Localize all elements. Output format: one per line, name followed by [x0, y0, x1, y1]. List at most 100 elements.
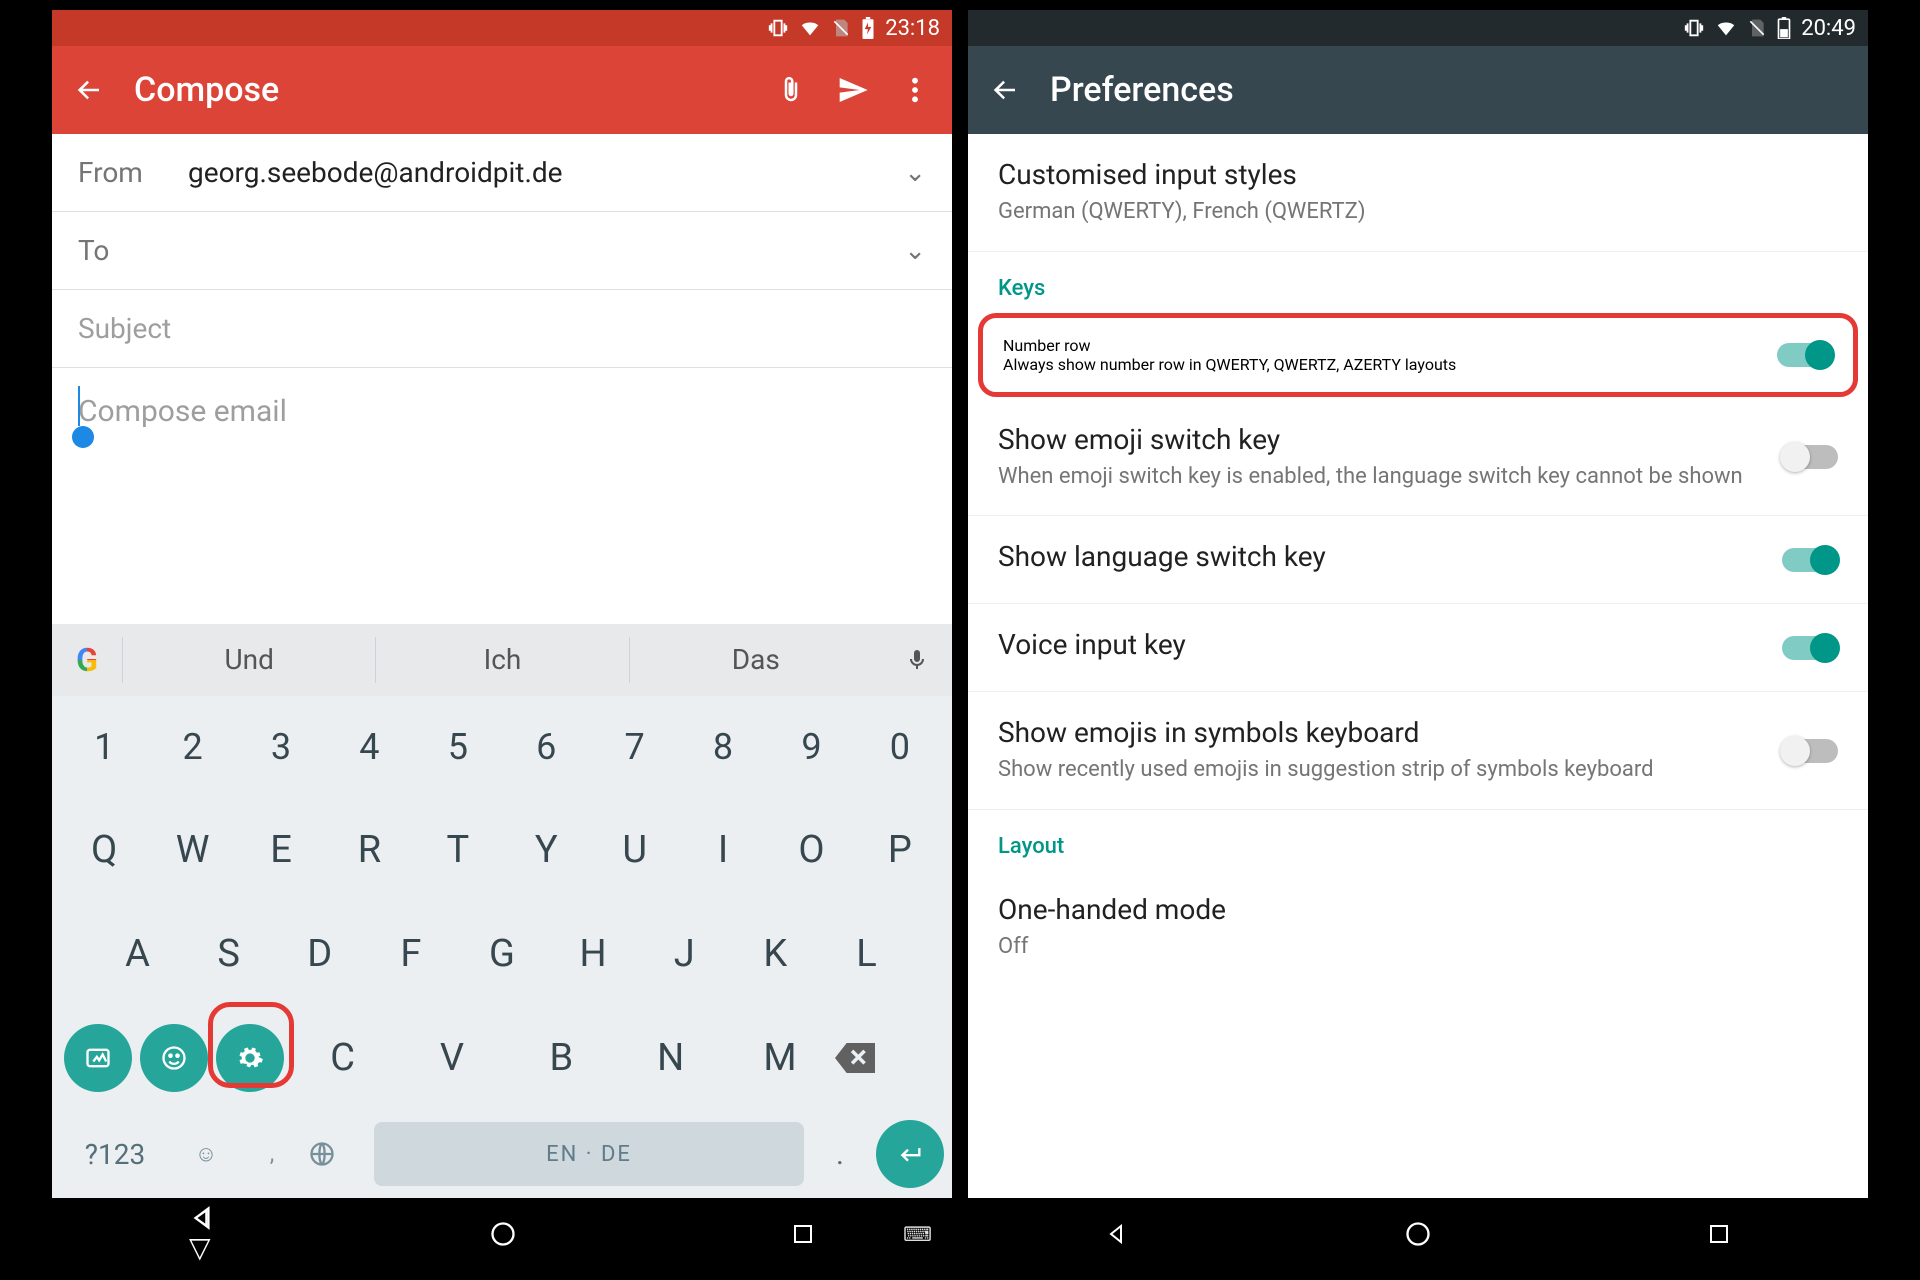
pref-one-handed-mode[interactable]: One-handed mode Off — [968, 869, 1868, 986]
overflow-icon[interactable] — [898, 73, 932, 107]
nav-back-icon[interactable]: ▽ — [189, 1205, 215, 1264]
key-i[interactable]: I — [679, 808, 767, 892]
key-d[interactable]: D — [274, 912, 365, 996]
number-row: 1 2 3 4 5 6 7 8 9 0 — [52, 696, 952, 798]
key-1[interactable]: 1 — [60, 706, 148, 788]
globe-key-icon[interactable] — [308, 1140, 368, 1168]
key-c[interactable]: C — [288, 1016, 397, 1100]
key-s[interactable]: S — [183, 912, 274, 996]
pref-language-switch-key[interactable]: Show language switch key — [968, 516, 1868, 604]
key-5[interactable]: 5 — [414, 706, 502, 788]
emoji-small-key-icon[interactable]: ☺ — [176, 1141, 236, 1167]
subject-field[interactable]: Subject — [52, 290, 952, 368]
key-p[interactable]: P — [856, 808, 944, 892]
pref-customised-input-styles[interactable]: Customised input styles German (QWERTY),… — [968, 134, 1868, 252]
nav-recent-icon[interactable] — [791, 1222, 815, 1246]
battery-icon — [1777, 17, 1791, 39]
key-j[interactable]: J — [639, 912, 730, 996]
settings-key-icon[interactable] — [216, 1024, 284, 1092]
toggle-emojis-symbols[interactable] — [1782, 739, 1838, 763]
to-field[interactable]: To ⌄ — [52, 212, 952, 290]
key-g[interactable]: G — [456, 912, 547, 996]
google-icon[interactable]: G — [52, 641, 122, 679]
key-v[interactable]: V — [397, 1016, 506, 1100]
key-o[interactable]: O — [767, 808, 855, 892]
key-w[interactable]: W — [148, 808, 236, 892]
bottom-row: ?123 ☺ , EN · DE . — [52, 1110, 952, 1198]
appbar-title: Preferences — [1050, 70, 1848, 110]
chevron-down-icon[interactable]: ⌄ — [904, 158, 926, 188]
toggle-voice-input[interactable] — [1782, 636, 1838, 660]
body-placeholder: Compose email — [78, 394, 287, 429]
status-bar: 20:49 — [968, 10, 1868, 46]
spacebar-key[interactable]: EN · DE — [374, 1122, 804, 1186]
pref-emojis-symbols-keyboard[interactable]: Show emojis in symbols keyboard Show rec… — [968, 692, 1868, 810]
key-9[interactable]: 9 — [767, 706, 855, 788]
key-f[interactable]: F — [365, 912, 456, 996]
letter-row-2: A S D F G H J K L — [52, 902, 952, 1006]
nav-home-icon[interactable] — [489, 1220, 517, 1248]
chevron-down-icon[interactable]: ⌄ — [904, 236, 926, 266]
from-label: From — [78, 156, 188, 189]
wifi-icon — [799, 17, 821, 39]
emoji-key-icon[interactable] — [140, 1024, 208, 1092]
send-icon[interactable] — [836, 73, 870, 107]
key-r[interactable]: R — [325, 808, 413, 892]
to-label: To — [78, 234, 188, 267]
key-7[interactable]: 7 — [590, 706, 678, 788]
letter-row-1: Q W E R T Y U I O P — [52, 798, 952, 902]
key-4[interactable]: 4 — [325, 706, 413, 788]
key-y[interactable]: Y — [502, 808, 590, 892]
key-6[interactable]: 6 — [502, 706, 590, 788]
nav-recent-icon[interactable] — [1707, 1222, 1731, 1246]
back-icon[interactable] — [988, 73, 1022, 107]
cursor-handle-icon[interactable] — [72, 426, 94, 448]
vibrate-icon — [767, 17, 789, 39]
key-l[interactable]: L — [821, 912, 912, 996]
mic-icon[interactable] — [882, 645, 952, 675]
from-field[interactable]: From georg.seebode@androidpit.de ⌄ — [52, 134, 952, 212]
pref-number-row-highlighted[interactable]: Number row Always show number row in QWE… — [978, 313, 1858, 397]
suggestion-3[interactable]: Das — [629, 637, 882, 683]
backspace-key-icon[interactable] — [835, 1023, 944, 1093]
key-t[interactable]: T — [414, 808, 502, 892]
nav-back-icon[interactable] — [1105, 1222, 1129, 1246]
symbols-key[interactable]: ?123 — [60, 1138, 170, 1171]
keyboard-switch-icon[interactable]: ⌨ — [903, 1222, 932, 1246]
key-b[interactable]: B — [507, 1016, 616, 1100]
key-8[interactable]: 8 — [679, 706, 767, 788]
key-0[interactable]: 0 — [856, 706, 944, 788]
status-time: 23:18 — [885, 16, 940, 41]
navigation-bar: ▽ ⌨ — [52, 1198, 952, 1270]
key-m[interactable]: M — [725, 1016, 834, 1100]
text-cursor-icon — [78, 386, 80, 426]
pref-emoji-switch-key[interactable]: Show emoji switch key When emoji switch … — [968, 399, 1868, 517]
toggle-emoji-switch[interactable] — [1782, 445, 1838, 469]
suggestion-2[interactable]: Ich — [375, 637, 628, 683]
back-icon[interactable] — [72, 73, 106, 107]
key-3[interactable]: 3 — [237, 706, 325, 788]
pref-voice-input-key[interactable]: Voice input key — [968, 604, 1868, 692]
key-n[interactable]: N — [616, 1016, 725, 1100]
appbar-preferences: Preferences — [968, 46, 1868, 134]
toggle-number-row[interactable] — [1777, 343, 1833, 367]
nav-home-icon[interactable] — [1404, 1220, 1432, 1248]
suggestion-1[interactable]: Und — [122, 637, 375, 683]
toggle-language-switch[interactable] — [1782, 548, 1838, 572]
key-a[interactable]: A — [92, 912, 183, 996]
key-2[interactable]: 2 — [148, 706, 236, 788]
key-h[interactable]: H — [548, 912, 639, 996]
period-key[interactable]: . — [810, 1137, 870, 1172]
body-field[interactable]: Compose email — [52, 368, 952, 518]
attach-icon[interactable] — [774, 73, 808, 107]
comma-key[interactable]: , — [242, 1142, 302, 1167]
key-u[interactable]: U — [590, 808, 678, 892]
key-k[interactable]: K — [730, 912, 821, 996]
gif-key-icon[interactable] — [64, 1024, 132, 1092]
key-e[interactable]: E — [237, 808, 325, 892]
phone-left-gmail-compose: 23:18 Compose From georg.seebode@android… — [52, 10, 952, 1270]
status-time: 20:49 — [1801, 16, 1856, 41]
key-q[interactable]: Q — [60, 808, 148, 892]
subject-placeholder: Subject — [78, 312, 171, 345]
enter-key-icon[interactable] — [876, 1120, 944, 1188]
